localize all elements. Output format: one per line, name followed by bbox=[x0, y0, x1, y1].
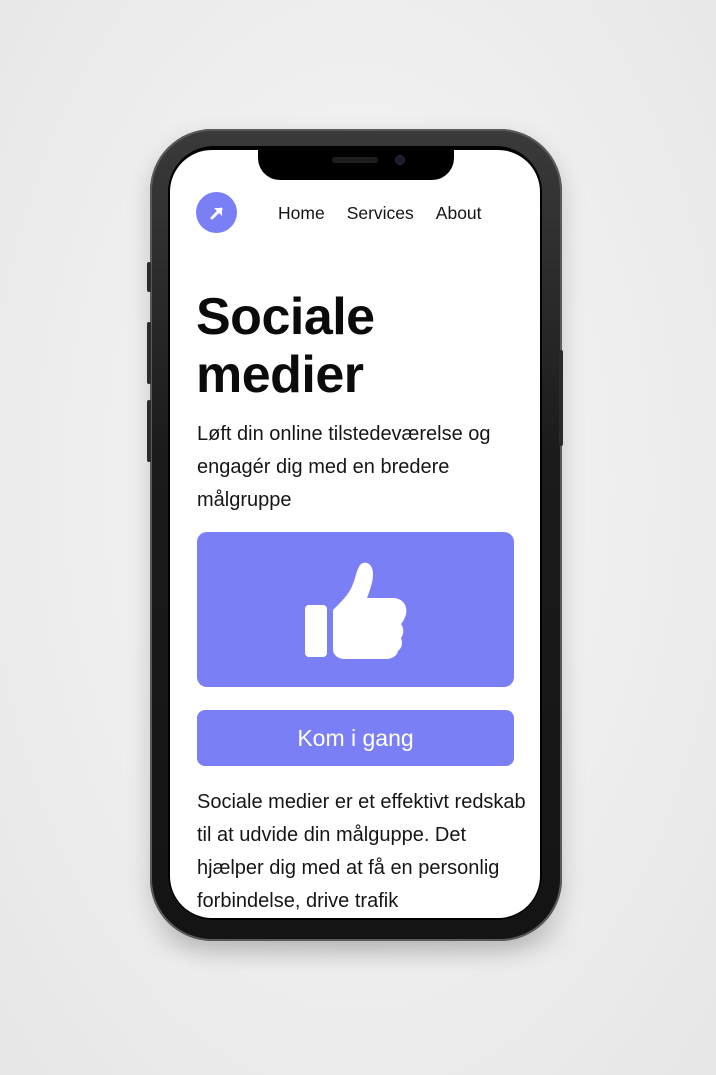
top-navigation: Home Services About bbox=[196, 192, 516, 234]
hero-illustration bbox=[197, 532, 514, 687]
phone-volume-down-button bbox=[147, 400, 151, 462]
phone-notch bbox=[258, 150, 454, 180]
nav-link-home[interactable]: Home bbox=[278, 202, 325, 224]
phone-action-button bbox=[147, 262, 151, 292]
earpiece-speaker bbox=[332, 157, 378, 163]
arrow-up-right-icon bbox=[210, 207, 222, 219]
nav-links: Home Services About bbox=[278, 202, 482, 224]
hero-subtitle: Løft din online tilstedeværelse og engag… bbox=[197, 423, 491, 511]
page-title: Sociale medier bbox=[196, 288, 375, 404]
front-camera bbox=[395, 155, 405, 165]
logo-button[interactable] bbox=[196, 192, 237, 233]
get-started-button[interactable]: Kom i gang bbox=[197, 710, 514, 766]
thumbs-up-icon bbox=[304, 562, 406, 659]
device-mockup-stage: Home Services About Sociale medier Løft … bbox=[0, 0, 716, 1075]
phone-volume-up-button bbox=[147, 322, 151, 384]
body-paragraph: Sociale medier er et effektivt redskab t… bbox=[197, 791, 526, 912]
nav-link-services[interactable]: Services bbox=[347, 202, 414, 224]
nav-link-about[interactable]: About bbox=[436, 202, 482, 224]
phone-power-button bbox=[559, 350, 563, 446]
phone-screen: Home Services About Sociale medier Løft … bbox=[170, 150, 540, 918]
